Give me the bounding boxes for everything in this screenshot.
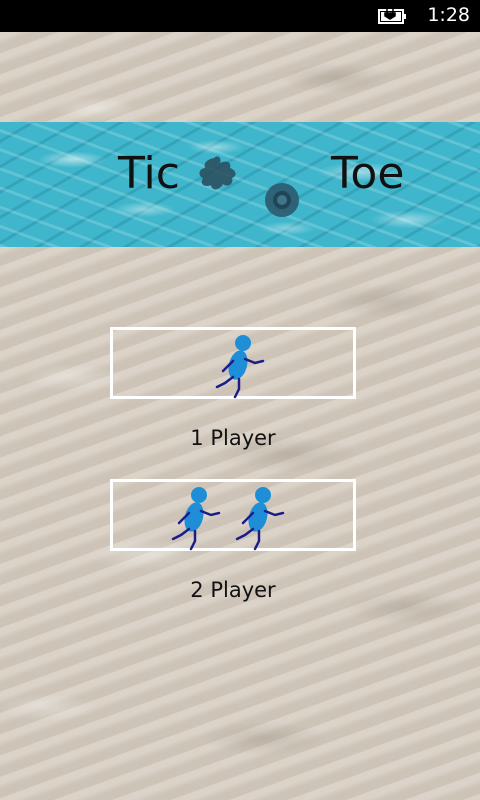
single-runner-icon (215, 335, 265, 399)
status-bar: 1:28 (0, 0, 480, 32)
title-word-toe: Toe (331, 148, 405, 199)
one-player-button[interactable] (110, 327, 356, 399)
status-clock: 1:28 (427, 4, 470, 26)
runner-right-icon (235, 487, 285, 551)
runner-left-icon (171, 487, 221, 551)
splat-x-icon (199, 156, 236, 190)
two-player-button[interactable] (110, 479, 356, 551)
title-word-tic: Tic (118, 148, 180, 199)
ring-o-icon (265, 183, 299, 217)
two-player-label[interactable]: 2 Player (110, 578, 356, 602)
one-player-label[interactable]: 1 Player (110, 426, 356, 450)
battery-charging-icon (378, 8, 406, 24)
